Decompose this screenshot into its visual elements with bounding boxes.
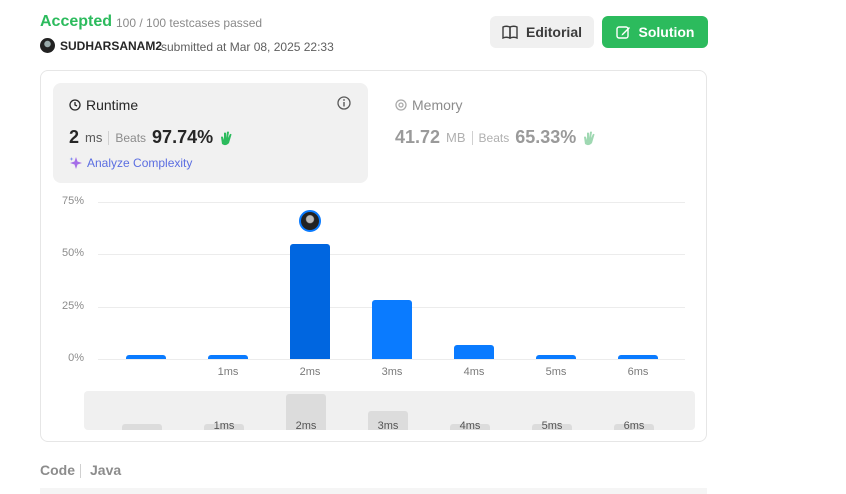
editorial-button[interactable]: Editorial (490, 16, 594, 48)
analyze-complexity-label: Analyze Complexity (87, 156, 193, 170)
y-tick-label: 50% (61, 247, 84, 260)
runtime-unit: ms (85, 130, 103, 145)
x-tick-label: 4ms (463, 366, 485, 378)
chart-bar[interactable] (126, 355, 166, 359)
user-avatar-marker (299, 209, 321, 232)
clock-icon (69, 99, 81, 111)
submitted-at: submitted at Mar 08, 2025 22:33 (161, 40, 334, 54)
clap-icon (584, 131, 595, 145)
x-tick-label: 5ms (545, 366, 567, 378)
minimap-bar (122, 424, 162, 430)
analyze-complexity-link[interactable]: Analyze Complexity (69, 156, 192, 170)
minimap-label: 4ms (459, 420, 481, 430)
code-editor[interactable] (40, 488, 707, 494)
minimap-label: 3ms (377, 420, 399, 430)
divider (471, 130, 473, 145)
code-section-label: Code (40, 462, 75, 478)
chart-bar[interactable] (454, 345, 494, 359)
divider (108, 130, 110, 145)
runtime-stats: 2 ms Beats 97.74% (69, 127, 235, 148)
solution-label: Solution (638, 24, 695, 40)
memory-unit: MB (446, 130, 466, 145)
sparkle-icon (69, 157, 82, 169)
avatar[interactable] (40, 38, 55, 53)
memory-header[interactable]: Memory (395, 97, 463, 113)
edit-icon (615, 25, 630, 39)
memory-value: 41.72 (395, 127, 441, 147)
book-icon (502, 25, 518, 39)
x-tick-label: 6ms (627, 366, 649, 378)
y-tick-label: 0% (68, 352, 84, 364)
memory-beats-label: Beats (478, 130, 510, 145)
divider (80, 464, 81, 478)
runtime-beats-label: Beats (115, 130, 147, 145)
minimap-label: 1ms (213, 420, 235, 430)
memory-stats: 41.72 MB Beats 65.33% (395, 127, 598, 148)
chart-range-selector[interactable]: 1ms 2ms 3ms 4ms 5ms 6ms (84, 391, 695, 430)
y-tick-label: 75% (61, 195, 84, 207)
info-icon[interactable] (337, 96, 351, 110)
runtime-title: Runtime (86, 97, 139, 113)
runtime-header: Runtime (69, 97, 138, 113)
chart-bar[interactable] (536, 355, 576, 359)
gridline (98, 202, 685, 203)
username-link[interactable]: SUDHARSANAM2 (60, 39, 162, 53)
chart-bar[interactable] (208, 355, 248, 359)
editorial-label: Editorial (525, 24, 582, 40)
testcases-passed: 100 / 100 testcases passed (116, 16, 263, 30)
x-tick-label: 3ms (381, 366, 403, 378)
minimap-label: 2ms (295, 420, 317, 430)
submission-status: Accepted (40, 13, 113, 30)
x-tick-label: 2ms (299, 366, 321, 378)
gridline (98, 359, 685, 360)
clap-icon (221, 131, 232, 145)
minimap-label: 6ms (623, 420, 645, 430)
memory-beats-value: 65.33% (515, 127, 577, 147)
chart-bar[interactable] (290, 243, 330, 359)
y-tick-label: 25% (61, 299, 84, 312)
gridline (98, 254, 685, 256)
chart-bar[interactable] (618, 355, 658, 359)
memory-chip-icon (395, 99, 407, 111)
memory-title: Memory (412, 97, 463, 113)
chart-bar[interactable] (372, 300, 412, 359)
minimap-label: 5ms (541, 420, 563, 430)
runtime-beats-value: 97.74% (152, 127, 214, 147)
x-tick-label: 1ms (217, 366, 239, 378)
runtime-value: 2 (69, 127, 80, 147)
code-language: Java (90, 462, 122, 478)
solution-button[interactable]: Solution (602, 16, 708, 48)
